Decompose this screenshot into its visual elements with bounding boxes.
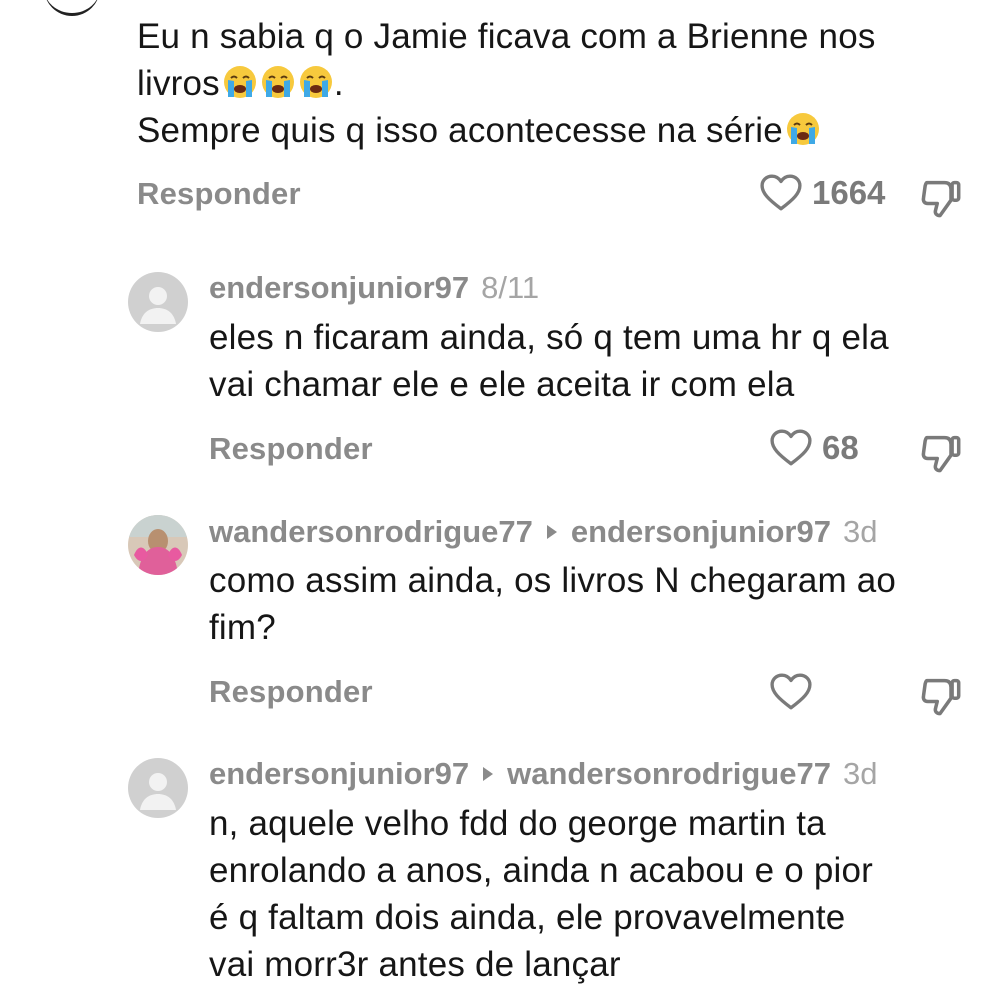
reply-line: enrolando a anos, ainda n acabou e o pio… [209, 851, 873, 890]
comment-date: 8/11 [481, 270, 540, 305]
reply-line: eles n ficaram ainda, só q tem uma hr q … [209, 318, 889, 357]
comment-line-text: livros [137, 64, 220, 103]
reply-line: é q faltam dois ainda, ele provavelmente [209, 898, 846, 937]
loudly-crying-face-icon [260, 64, 296, 100]
username[interactable]: endersonjunior97 [209, 270, 469, 306]
reply-header: endersonjunior97 wandersonrodrigue77 3d [209, 756, 877, 792]
avatar[interactable] [128, 758, 188, 818]
comment-line-text: Sempre quis q isso acontecesse na série [137, 111, 783, 150]
dislike-icon[interactable] [918, 674, 962, 718]
like-button[interactable] [770, 673, 812, 711]
comment-line: livros. [137, 60, 876, 107]
loudly-crying-face-icon [222, 64, 258, 100]
comment-text: Eu n sabia q o Jamie ficava com a Brienn… [137, 13, 876, 154]
comment-date: 3d [842, 756, 878, 791]
reply-line: como assim ainda, os livros N chegaram a… [209, 561, 897, 600]
reply-to-username[interactable]: endersonjunior97 [571, 514, 831, 550]
username[interactable]: endersonjunior97 [209, 756, 469, 792]
loudly-crying-face-icon [298, 64, 334, 100]
like-button[interactable]: 68 [770, 429, 859, 467]
comment-thread: Eu n sabia q o Jamie ficava com a Brienn… [0, 0, 981, 1000]
comment-date: 3d [842, 514, 878, 549]
parent-avatar[interactable] [44, 0, 100, 16]
like-count: 1664 [812, 174, 886, 211]
reply-button[interactable]: Responder [209, 431, 373, 467]
reply-text: eles n ficaram ainda, só q tem uma hr q … [209, 314, 889, 408]
avatar[interactable] [128, 515, 188, 575]
heart-icon[interactable] [770, 673, 812, 711]
dislike-icon[interactable] [918, 176, 962, 220]
heart-icon[interactable] [760, 174, 802, 212]
loudly-crying-face-icon [785, 111, 821, 147]
reply-line: fim? [209, 608, 276, 647]
reply-arrow-icon [545, 523, 559, 541]
reply-header: wandersonrodrigue77 endersonjunior97 3d [209, 514, 877, 550]
heart-icon[interactable] [770, 429, 812, 467]
avatar[interactable] [128, 272, 188, 332]
reply-to-username[interactable]: wandersonrodrigue77 [507, 756, 831, 792]
dislike-icon[interactable] [918, 431, 962, 475]
reply-button[interactable]: Responder [209, 674, 373, 710]
reply-text: como assim ainda, os livros N chegaram a… [209, 557, 896, 651]
reply-line: vai morr3r antes de lançar [209, 945, 621, 984]
comment-line: Eu n sabia q o Jamie ficava com a Brienn… [137, 17, 876, 56]
username[interactable]: wandersonrodrigue77 [209, 514, 533, 550]
comment-line-end: . [333, 64, 344, 103]
like-count: 68 [822, 429, 859, 466]
reply-header: endersonjunior97 8/11 [209, 270, 539, 306]
reply-button[interactable]: Responder [137, 176, 301, 212]
reply-arrow-icon [481, 765, 495, 783]
comment-line: Sempre quis q isso acontecesse na série [137, 107, 876, 154]
reply-line: vai chamar ele e ele aceita ir com ela [209, 365, 795, 404]
reply-text: n, aquele velho fdd do george martin ta … [209, 800, 873, 988]
like-button[interactable]: 1664 [760, 174, 885, 212]
reply-line: n, aquele velho fdd do george martin ta [209, 804, 826, 843]
